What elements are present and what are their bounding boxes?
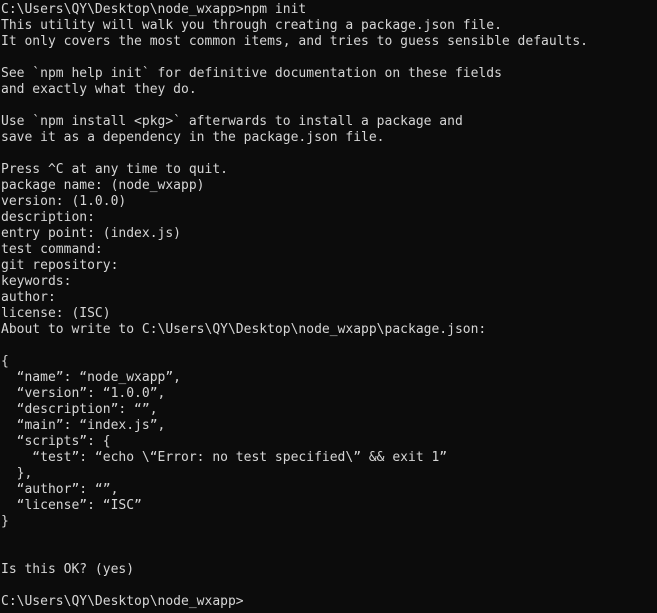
terminal-line-quit-hint: Press ^C at any time to quit. — [1, 162, 228, 177]
terminal-line-field-git-repository: git repository: — [1, 258, 119, 273]
terminal-line-field-entry-point: entry point: (index.js) — [1, 226, 182, 241]
terminal-line-json-name: “name”: “node_wxapp”, — [1, 370, 182, 385]
terminal-line-help-2: and exactly what they do. — [1, 82, 197, 97]
terminal-line-json-scripts-test: “test”: “echo \“Error: no test specified… — [1, 450, 448, 465]
terminal-line-field-description: description: — [1, 210, 95, 225]
terminal-line-about-to-write: About to write to C:\Users\QY\Desktop\no… — [1, 322, 487, 337]
terminal-line-json-main: “main”: “index.js”, — [1, 418, 166, 433]
terminal-window[interactable]: C:\Users\QY\Desktop\node_wxapp>npm init T… — [0, 0, 657, 613]
terminal-line-field-package-name: package name: (node_wxapp) — [1, 178, 205, 193]
terminal-line-json-description: “description”: “”, — [1, 402, 158, 417]
terminal-line-json-version: “version”: “1.0.0”, — [1, 386, 166, 401]
terminal-line-json-scripts-close: }, — [1, 466, 33, 481]
terminal-line-prompt-command: C:\Users\QY\Desktop\node_wxapp>npm init — [1, 2, 307, 17]
terminal-line-final-prompt: C:\Users\QY\Desktop\node_wxapp> — [1, 594, 244, 609]
terminal-line-install-hint-1: Use `npm install <pkg>` afterwards to in… — [1, 114, 463, 129]
terminal-line-field-test-command: test command: — [1, 242, 103, 257]
terminal-line-json-author: “author”: “”, — [1, 482, 119, 497]
terminal-line-json-license: “license”: “ISC” — [1, 498, 142, 513]
terminal-line-confirm-prompt: Is this OK? (yes) — [1, 562, 135, 577]
terminal-line-intro-1: This utility will walk you through creat… — [1, 18, 502, 33]
terminal-line-intro-2: It only covers the most common items, an… — [1, 34, 588, 49]
terminal-line-help-1: See `npm help init` for definitive docum… — [1, 66, 502, 81]
terminal-line-install-hint-2: save it as a dependency in the package.j… — [1, 130, 385, 145]
terminal-line-field-version: version: (1.0.0) — [1, 194, 127, 209]
terminal-line-field-keywords: keywords: — [1, 274, 72, 289]
terminal-line-json-close-brace: } — [1, 514, 9, 529]
terminal-line-field-author: author: — [1, 290, 56, 305]
terminal-line-field-license: license: (ISC) — [1, 306, 111, 321]
terminal-line-json-open-brace: { — [1, 354, 9, 369]
terminal-line-json-scripts-open: “scripts”: { — [1, 434, 111, 449]
